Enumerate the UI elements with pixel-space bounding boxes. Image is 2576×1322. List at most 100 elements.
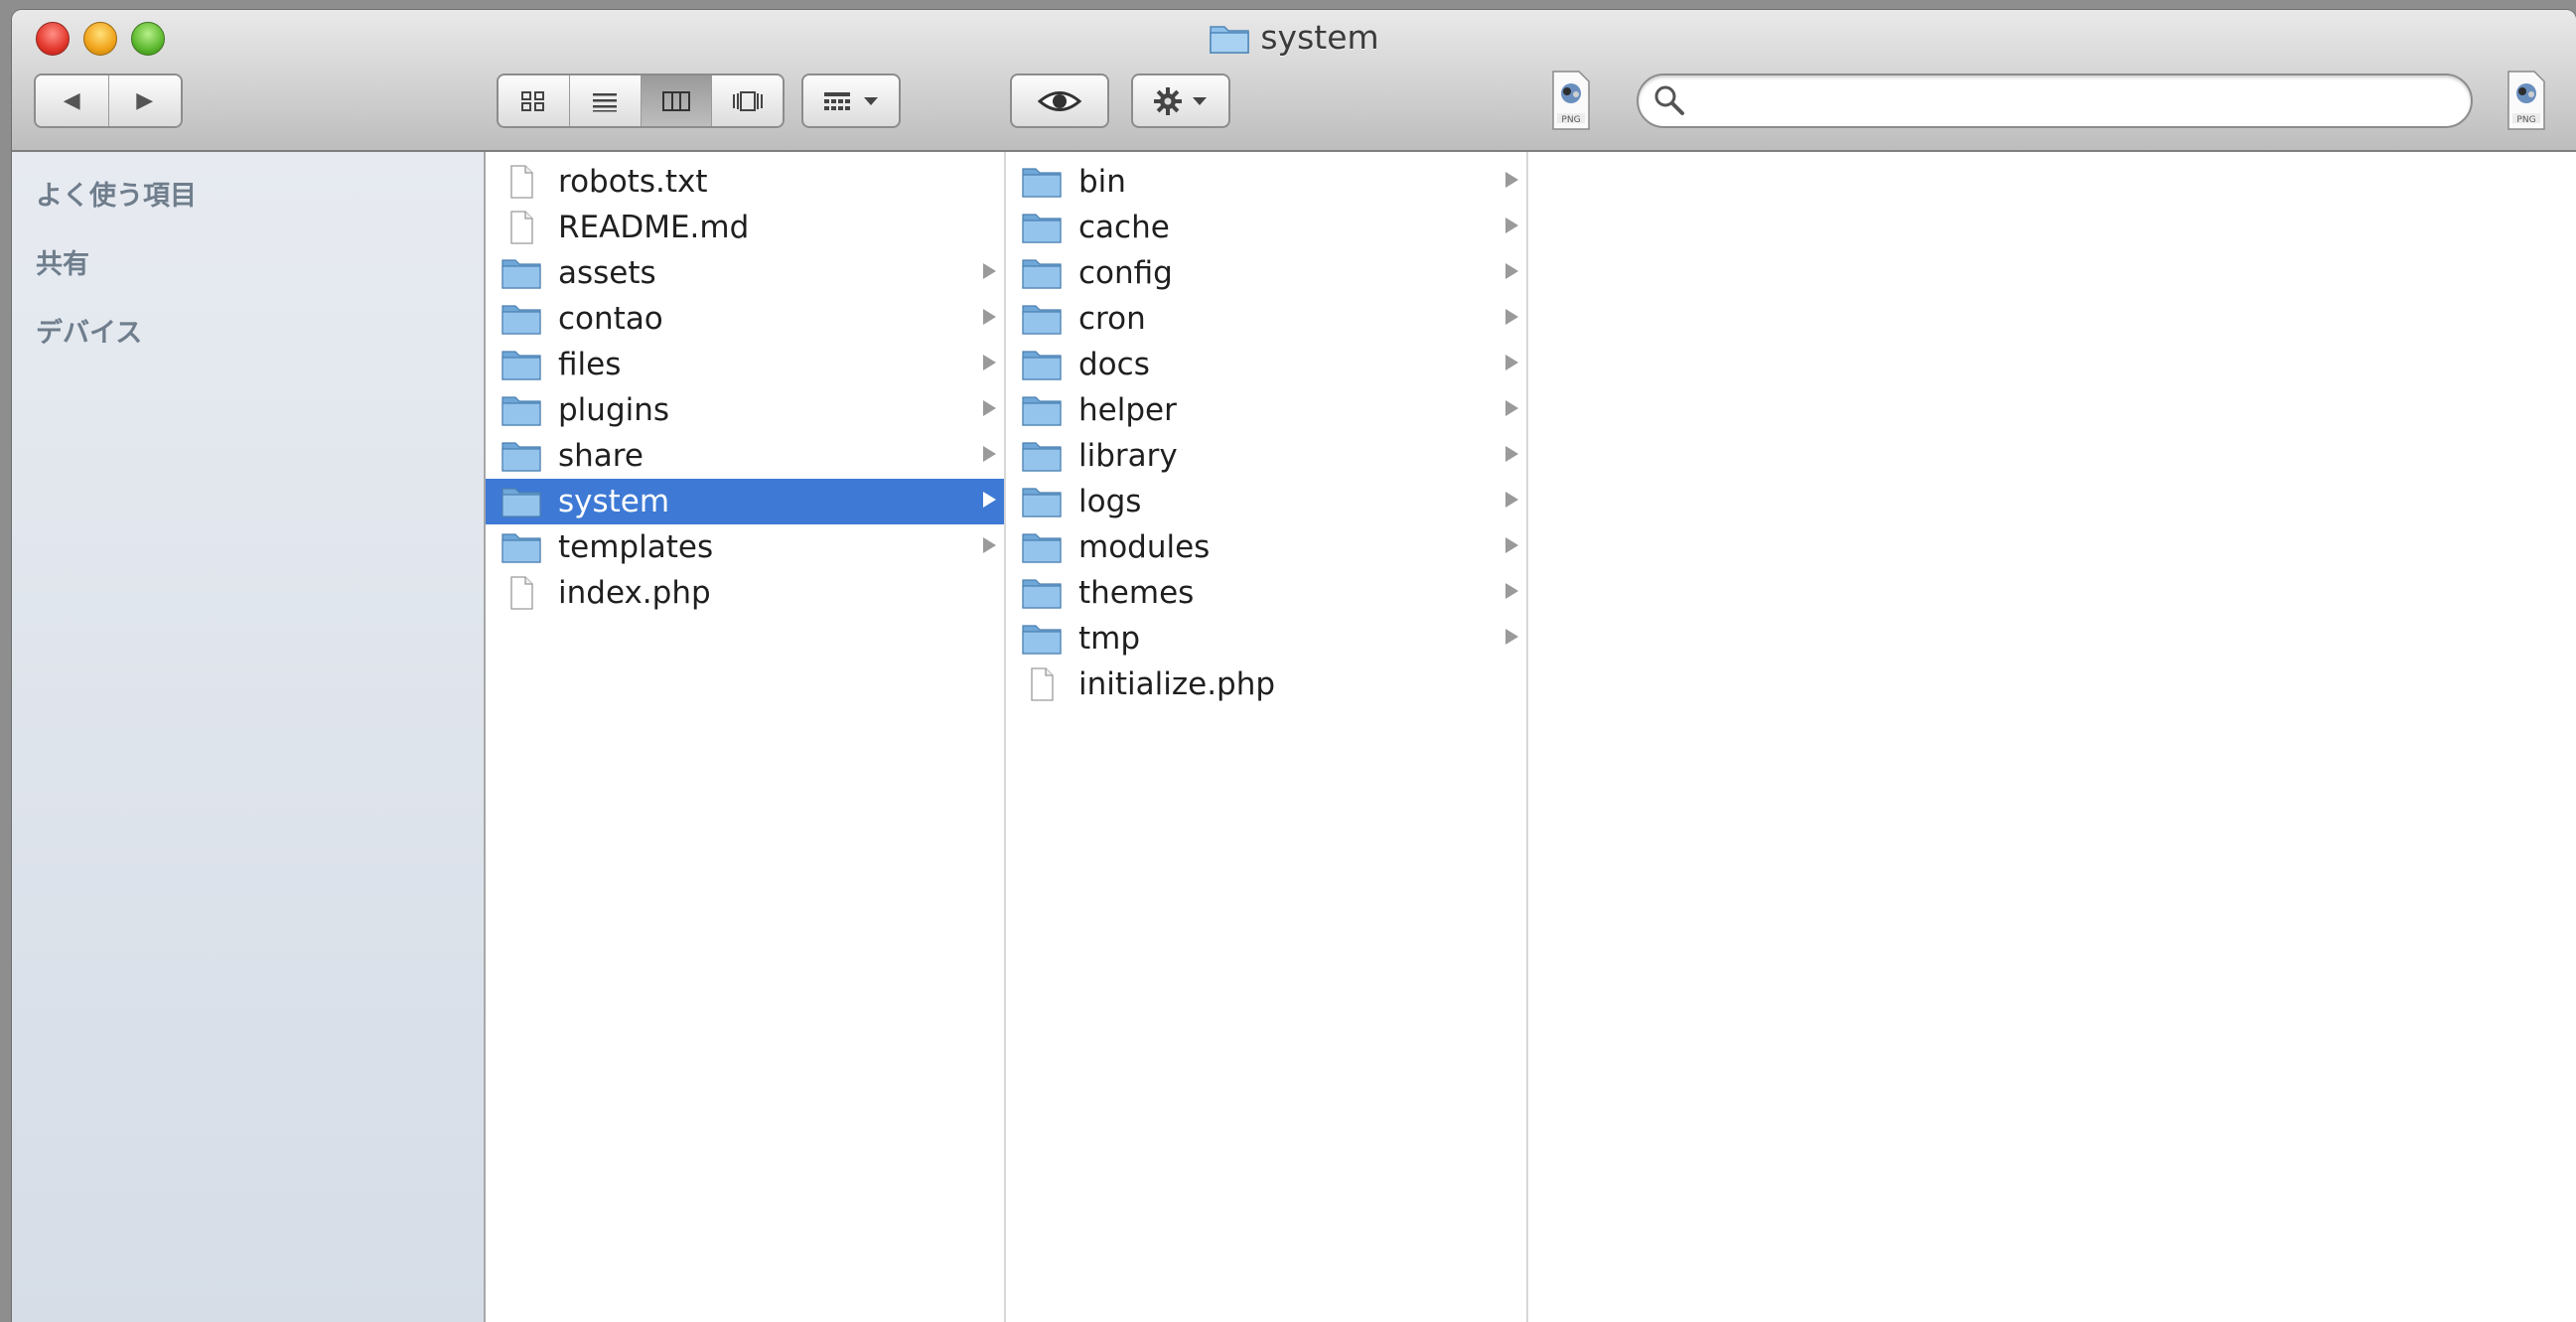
browser-column-1: robots.txt README.md assets contao files plug… xyxy=(486,152,1006,1322)
item-name: templates xyxy=(558,529,714,565)
quick-look-button[interactable] xyxy=(1010,73,1109,128)
folder-icon xyxy=(501,485,541,518)
item-name: README.md xyxy=(558,210,750,245)
back-arrow-icon: ◀ xyxy=(63,88,80,113)
folder-row[interactable]: plugins xyxy=(486,387,1004,433)
arrange-icon xyxy=(824,91,850,110)
folder-row[interactable]: logs xyxy=(1006,479,1526,524)
folder-icon xyxy=(1022,348,1062,381)
folder-icon xyxy=(1022,576,1062,610)
disclosure-arrow-icon xyxy=(1505,400,1518,416)
folder-icon xyxy=(1022,165,1062,199)
document-icon xyxy=(501,165,541,199)
folder-icon xyxy=(1022,211,1062,244)
item-name: themes xyxy=(1078,575,1195,611)
file-list: robots.txt README.md assets contao files plug… xyxy=(486,159,1004,616)
folder-row[interactable]: files xyxy=(486,342,1004,387)
search-icon xyxy=(1654,85,1684,115)
disclosure-arrow-icon xyxy=(1505,263,1518,279)
folder-row[interactable]: config xyxy=(1006,250,1526,296)
folder-row[interactable]: system xyxy=(486,479,1004,524)
item-name: assets xyxy=(558,255,656,291)
folder-row[interactable]: library xyxy=(1006,433,1526,479)
window-title: system xyxy=(1260,18,1379,57)
browser-column-3 xyxy=(1528,152,2576,1322)
file-row[interactable]: robots.txt xyxy=(486,159,1004,205)
folder-icon xyxy=(501,302,541,336)
folder-row[interactable]: helper xyxy=(1006,387,1526,433)
folder-icon xyxy=(1022,439,1062,473)
coverflow-view-icon xyxy=(732,90,763,111)
back-forward-control: ◀ ▶ xyxy=(34,73,183,128)
png-file-icon[interactable]: PNG xyxy=(1549,70,1593,131)
folder-row[interactable]: tmp xyxy=(1006,616,1526,661)
coverflow-view-button[interactable] xyxy=(712,75,783,126)
window-titlebar: system xyxy=(12,18,2576,58)
svg-text:PNG: PNG xyxy=(1561,115,1580,125)
file-list: bin cache config cron docs helper library logs m… xyxy=(1006,159,1526,707)
disclosure-arrow-icon xyxy=(1505,309,1518,325)
folder-icon xyxy=(1022,530,1062,564)
sidebar-section-shared[interactable]: 共有 xyxy=(36,242,89,281)
folder-row[interactable]: share xyxy=(486,433,1004,479)
column-view-button[interactable] xyxy=(641,75,713,126)
folder-icon xyxy=(1022,302,1062,336)
folder-icon xyxy=(501,530,541,564)
search-field[interactable] xyxy=(1637,73,2473,128)
finder-window: system ◀ ▶ PNG PNG よく使う項目 共有 デバイス robots… xyxy=(12,10,2576,1322)
folder-row[interactable]: bin xyxy=(1006,159,1526,205)
item-name: plugins xyxy=(558,392,670,428)
disclosure-arrow-icon xyxy=(983,492,996,508)
file-row[interactable]: index.php xyxy=(486,570,1004,616)
disclosure-arrow-icon xyxy=(1505,218,1518,233)
forward-arrow-icon: ▶ xyxy=(136,88,154,113)
sidebar-section-devices[interactable]: デバイス xyxy=(36,311,142,350)
folder-icon xyxy=(501,439,541,473)
arrange-button[interactable] xyxy=(801,73,901,128)
file-row[interactable]: README.md xyxy=(486,205,1004,250)
disclosure-arrow-icon xyxy=(1505,172,1518,188)
item-name: tmp xyxy=(1078,621,1141,657)
folder-row[interactable]: docs xyxy=(1006,342,1526,387)
item-name: initialize.php xyxy=(1078,666,1276,702)
folder-row[interactable]: cron xyxy=(1006,296,1526,342)
back-button[interactable]: ◀ xyxy=(36,75,109,126)
toolbar: system ◀ ▶ PNG PNG xyxy=(12,10,2576,152)
folder-icon xyxy=(1022,393,1062,427)
folder-row[interactable]: modules xyxy=(1006,524,1526,570)
png-file-icon[interactable]: PNG xyxy=(2504,70,2548,131)
folder-row[interactable]: contao xyxy=(486,296,1004,342)
item-name: logs xyxy=(1078,484,1142,519)
action-button[interactable] xyxy=(1131,73,1230,128)
item-name: config xyxy=(1078,255,1173,291)
search-input[interactable] xyxy=(1698,81,2457,123)
item-name: share xyxy=(558,438,644,474)
item-name: bin xyxy=(1078,164,1126,200)
disclosure-arrow-icon xyxy=(983,263,996,279)
disclosure-arrow-icon xyxy=(1505,446,1518,462)
disclosure-arrow-icon xyxy=(983,309,996,325)
view-mode-control xyxy=(497,73,785,128)
item-name: docs xyxy=(1078,347,1150,382)
list-view-button[interactable] xyxy=(569,75,642,126)
chevron-down-icon xyxy=(864,96,878,105)
folder-row[interactable]: assets xyxy=(486,250,1004,296)
gear-icon xyxy=(1154,86,1182,115)
item-name: index.php xyxy=(558,575,711,611)
folder-row[interactable]: templates xyxy=(486,524,1004,570)
forward-button[interactable]: ▶ xyxy=(108,75,181,126)
eye-icon xyxy=(1038,90,1081,111)
svg-text:PNG: PNG xyxy=(2516,115,2535,125)
icon-view-button[interactable] xyxy=(499,75,570,126)
folder-icon xyxy=(1022,485,1062,518)
list-view-icon xyxy=(593,92,618,111)
sidebar-section-favorites[interactable]: よく使う項目 xyxy=(36,174,197,213)
folder-row[interactable]: themes xyxy=(1006,570,1526,616)
disclosure-arrow-icon xyxy=(983,446,996,462)
item-name: files xyxy=(558,347,622,382)
folder-row[interactable]: cache xyxy=(1006,205,1526,250)
file-row[interactable]: initialize.php xyxy=(1006,661,1526,707)
document-icon xyxy=(501,211,541,244)
folder-icon xyxy=(501,348,541,381)
disclosure-arrow-icon xyxy=(983,355,996,370)
